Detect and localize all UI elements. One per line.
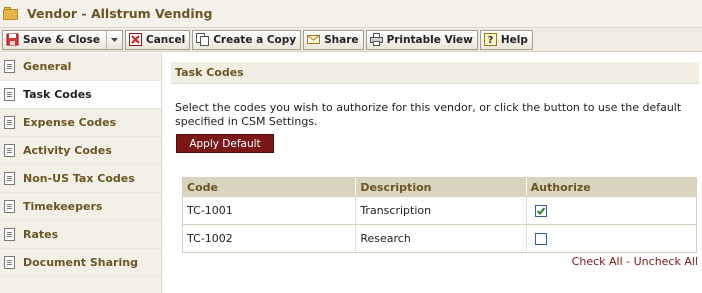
share-label: Share (324, 33, 359, 46)
sidebar-item-label: Task Codes (23, 88, 92, 101)
sidebar-item-document-sharing[interactable]: Document Sharing (0, 249, 161, 277)
sidebar-item-label: Rates (23, 228, 59, 241)
main-content: Task Codes Select the codes you wish to … (163, 53, 702, 293)
table-row: TC-1001 Transcription (183, 196, 696, 224)
create-copy-button[interactable]: Create a Copy (192, 29, 302, 50)
document-icon (4, 200, 15, 213)
save-dropdown-chevron-icon[interactable] (105, 30, 118, 49)
task-codes-table: Code Description Authorize TC-1001 Trans… (182, 177, 697, 253)
column-header-authorize[interactable]: Authorize (525, 178, 696, 196)
printer-icon (369, 33, 383, 46)
save-icon (6, 33, 19, 46)
authorize-checkbox-unchecked[interactable] (534, 232, 547, 245)
document-icon (4, 88, 15, 101)
cancel-icon (128, 33, 142, 46)
sidebar-item-expense-codes[interactable]: Expense Codes (0, 109, 161, 137)
column-header-code[interactable]: Code (183, 178, 355, 196)
document-icon (4, 256, 15, 269)
create-copy-label: Create a Copy (213, 33, 297, 46)
sidebar-item-label: Activity Codes (23, 144, 112, 157)
help-button[interactable]: ? Help (479, 29, 533, 50)
sidebar: General Task Codes Expense Codes Activit… (0, 53, 162, 293)
title-bar: Vendor - Allstrum Vending (0, 0, 702, 28)
vendor-folder-icon (3, 6, 21, 21)
envelope-icon (307, 33, 321, 46)
uncheck-all-link[interactable]: Uncheck All (634, 255, 698, 268)
share-button[interactable]: Share (303, 29, 364, 50)
code-cell: TC-1001 (187, 204, 233, 217)
toolbar: Save & Close Cancel Create a Copy Share … (0, 28, 702, 52)
sidebar-item-general[interactable]: General (0, 53, 161, 81)
authorize-cell (525, 225, 696, 252)
check-links: Check All - Uncheck All (572, 255, 698, 268)
table-row: TC-1002 Research (183, 224, 696, 252)
svg-text:?: ? (487, 35, 493, 46)
document-icon (4, 116, 15, 129)
help-icon: ? (483, 33, 497, 46)
printable-view-label: Printable View (386, 33, 473, 46)
description-cell: Transcription (355, 197, 525, 224)
save-close-button[interactable]: Save & Close (2, 29, 123, 50)
cancel-label: Cancel (145, 33, 186, 46)
sidebar-item-label: Timekeepers (23, 200, 103, 213)
document-icon (4, 228, 15, 241)
save-close-label: Save & Close (23, 33, 100, 46)
check-all-link[interactable]: Check All (572, 255, 623, 268)
authorize-checkbox-checked[interactable] (534, 204, 547, 217)
table-header-row: Code Description Authorize (183, 178, 696, 196)
sidebar-item-timekeepers[interactable]: Timekeepers (0, 193, 161, 221)
help-label: Help (500, 33, 528, 46)
sidebar-item-label: Expense Codes (23, 116, 117, 129)
sidebar-item-task-codes[interactable]: Task Codes (0, 81, 161, 109)
checkmark-icon (536, 206, 545, 215)
copy-icon (196, 33, 210, 46)
window-title: Vendor - Allstrum Vending (27, 6, 213, 21)
sidebar-item-non-us-tax-codes[interactable]: Non-US Tax Codes (0, 165, 161, 193)
code-cell: TC-1002 (187, 232, 233, 245)
sidebar-item-activity-codes[interactable]: Activity Codes (0, 137, 161, 165)
sidebar-item-label: General (23, 60, 72, 73)
sidebar-item-label: Non-US Tax Codes (23, 172, 135, 185)
column-header-description[interactable]: Description (355, 178, 525, 196)
authorize-cell (525, 197, 696, 224)
link-separator: - (622, 255, 634, 268)
sidebar-item-label: Document Sharing (23, 256, 138, 269)
cancel-button[interactable]: Cancel (124, 29, 191, 50)
printable-view-button[interactable]: Printable View (365, 29, 478, 50)
document-icon (4, 60, 15, 73)
sidebar-item-rates[interactable]: Rates (0, 221, 161, 249)
description-cell: Research (355, 225, 525, 252)
document-icon (4, 172, 15, 185)
section-title: Task Codes (171, 62, 699, 84)
instructions-text: Select the codes you wish to authorize f… (175, 101, 682, 128)
document-icon (4, 144, 15, 157)
apply-default-button[interactable]: Apply Default (176, 134, 274, 153)
